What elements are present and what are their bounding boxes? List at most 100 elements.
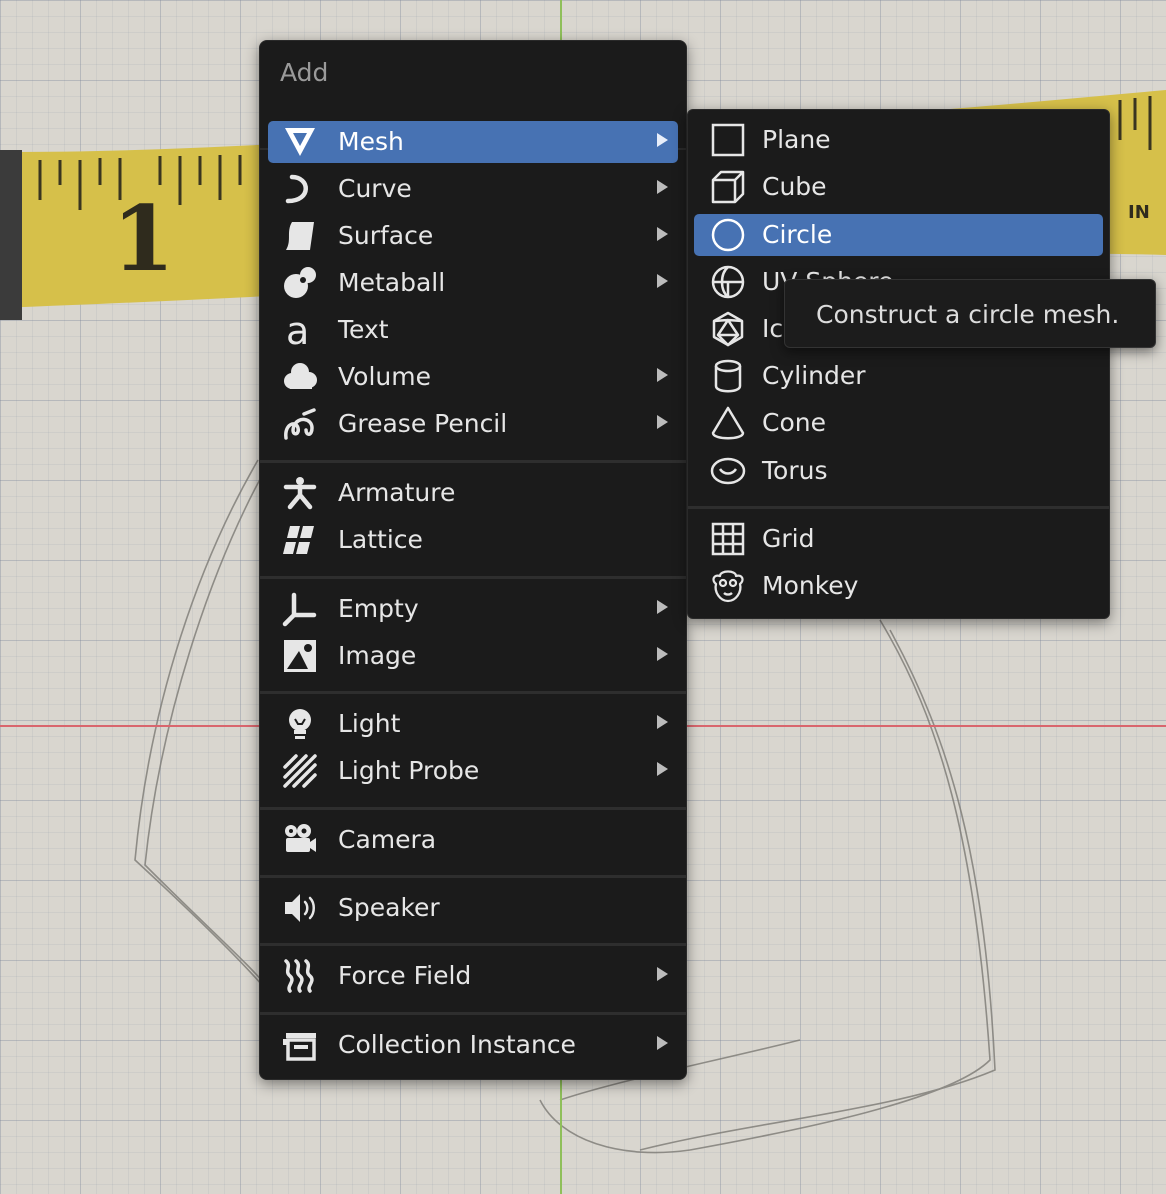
menu-item-volume[interactable]: Volume — [268, 356, 678, 398]
menu-item-label: Volume — [338, 362, 431, 391]
armature-icon — [282, 475, 318, 511]
camera-icon — [282, 822, 318, 858]
submenu-divider — [688, 506, 1109, 509]
menu-divider — [260, 943, 686, 946]
submenu-arrow-icon — [657, 274, 668, 288]
menu-item-label: Armature — [338, 478, 456, 507]
circle-icon — [710, 217, 746, 253]
menu-item-label: Image — [338, 641, 417, 670]
menu-item-label: Empty — [338, 594, 419, 623]
menu-item-metaball[interactable]: Metaball — [268, 262, 678, 304]
submenu-item-cone[interactable]: Cone — [694, 402, 1103, 444]
light-icon — [282, 706, 318, 742]
menu-item-text[interactable]: a Text — [268, 309, 678, 353]
submenu-item-label: Cone — [762, 408, 826, 437]
submenu-item-torus[interactable]: Torus — [694, 450, 1103, 492]
menu-divider — [260, 576, 686, 579]
grid-icon — [710, 521, 746, 557]
menu-item-label: Speaker — [338, 893, 440, 922]
mesh-icon — [282, 124, 318, 160]
torus-icon — [710, 453, 746, 489]
submenu-arrow-icon — [657, 180, 668, 194]
menu-item-armature[interactable]: Armature — [268, 472, 678, 514]
svg-text:a: a — [286, 312, 309, 348]
menu-divider — [260, 691, 686, 694]
menu-item-image[interactable]: Image — [268, 635, 678, 677]
uv-sphere-icon — [710, 264, 746, 300]
menu-item-camera[interactable]: Camera — [268, 819, 678, 861]
menu-item-label: Grease Pencil — [338, 409, 508, 438]
monkey-icon — [710, 568, 746, 604]
menu-divider — [260, 875, 686, 878]
empty-icon — [282, 591, 318, 627]
ico-sphere-icon — [710, 311, 746, 347]
menu-item-collection-instance[interactable]: Collection Instance — [268, 1024, 678, 1066]
submenu-item-monkey[interactable]: Monkey — [694, 565, 1103, 607]
menu-divider — [260, 1012, 686, 1015]
menu-item-speaker[interactable]: Speaker — [268, 887, 678, 929]
submenu-arrow-icon — [657, 133, 668, 147]
grease-pencil-icon — [282, 406, 318, 442]
cube-icon — [710, 169, 746, 205]
tooltip: Construct a circle mesh. — [784, 279, 1156, 348]
force-field-icon — [282, 958, 318, 994]
submenu-arrow-icon — [657, 415, 668, 429]
menu-item-label: Lattice — [338, 525, 423, 554]
cone-icon — [710, 405, 746, 441]
submenu-arrow-icon — [657, 368, 668, 382]
submenu-item-plane[interactable]: Plane — [694, 119, 1103, 161]
menu-title: Add — [280, 58, 329, 87]
mesh-submenu: Plane Cube Circle UV Sphere Ico Sphere C… — [687, 109, 1110, 619]
menu-item-label: Metaball — [338, 268, 446, 297]
submenu-arrow-icon — [657, 715, 668, 729]
submenu-item-label: Cylinder — [762, 361, 866, 390]
submenu-arrow-icon — [657, 967, 668, 981]
menu-item-light[interactable]: Light — [268, 703, 678, 745]
metaball-icon — [282, 265, 318, 301]
menu-item-force-field[interactable]: Force Field — [268, 955, 678, 997]
submenu-item-label: Cube — [762, 172, 827, 201]
submenu-item-label: Torus — [762, 456, 828, 485]
menu-item-label: Curve — [338, 174, 412, 203]
surface-icon — [282, 218, 318, 254]
volume-icon — [282, 359, 318, 395]
submenu-item-label: Circle — [762, 220, 833, 249]
submenu-item-grid[interactable]: Grid — [694, 518, 1103, 560]
submenu-item-label: Plane — [762, 125, 831, 154]
speaker-icon — [282, 890, 318, 926]
menu-item-grease-pencil[interactable]: Grease Pencil — [268, 403, 678, 445]
submenu-arrow-icon — [657, 227, 668, 241]
image-icon — [282, 638, 318, 674]
menu-item-lattice[interactable]: Lattice — [268, 519, 678, 561]
menu-item-empty[interactable]: Empty — [268, 588, 678, 630]
light-probe-icon — [282, 753, 318, 789]
text-icon: a — [282, 309, 318, 353]
menu-item-curve[interactable]: Curve — [268, 168, 678, 210]
lattice-icon — [282, 522, 318, 558]
cylinder-icon — [710, 358, 746, 394]
menu-item-label: Light Probe — [338, 756, 480, 785]
submenu-item-cube[interactable]: Cube — [694, 166, 1103, 208]
menu-item-label: Mesh — [338, 127, 404, 156]
menu-item-label: Camera — [338, 825, 437, 854]
menu-divider — [260, 460, 686, 463]
menu-item-label: Force Field — [338, 961, 472, 990]
submenu-item-cylinder[interactable]: Cylinder — [694, 355, 1103, 397]
submenu-arrow-icon — [657, 647, 668, 661]
plane-icon — [710, 122, 746, 158]
submenu-arrow-icon — [657, 1036, 668, 1050]
menu-item-mesh[interactable]: Mesh — [268, 121, 678, 163]
submenu-item-circle[interactable]: Circle — [694, 214, 1103, 256]
menu-item-label: Collection Instance — [338, 1030, 576, 1059]
menu-item-surface[interactable]: Surface — [268, 215, 678, 257]
submenu-arrow-icon — [657, 762, 668, 776]
menu-item-label: Surface — [338, 221, 434, 250]
submenu-arrow-icon — [657, 600, 668, 614]
submenu-item-label: Grid — [762, 524, 815, 553]
menu-item-light-probe[interactable]: Light Probe — [268, 750, 678, 792]
menu-item-label: Light — [338, 709, 401, 738]
menu-divider — [260, 807, 686, 810]
menu-item-label: Text — [338, 315, 389, 344]
add-menu: Add Mesh Curve Surface Metaball a Text V… — [259, 40, 687, 1080]
submenu-item-label: Monkey — [762, 571, 859, 600]
